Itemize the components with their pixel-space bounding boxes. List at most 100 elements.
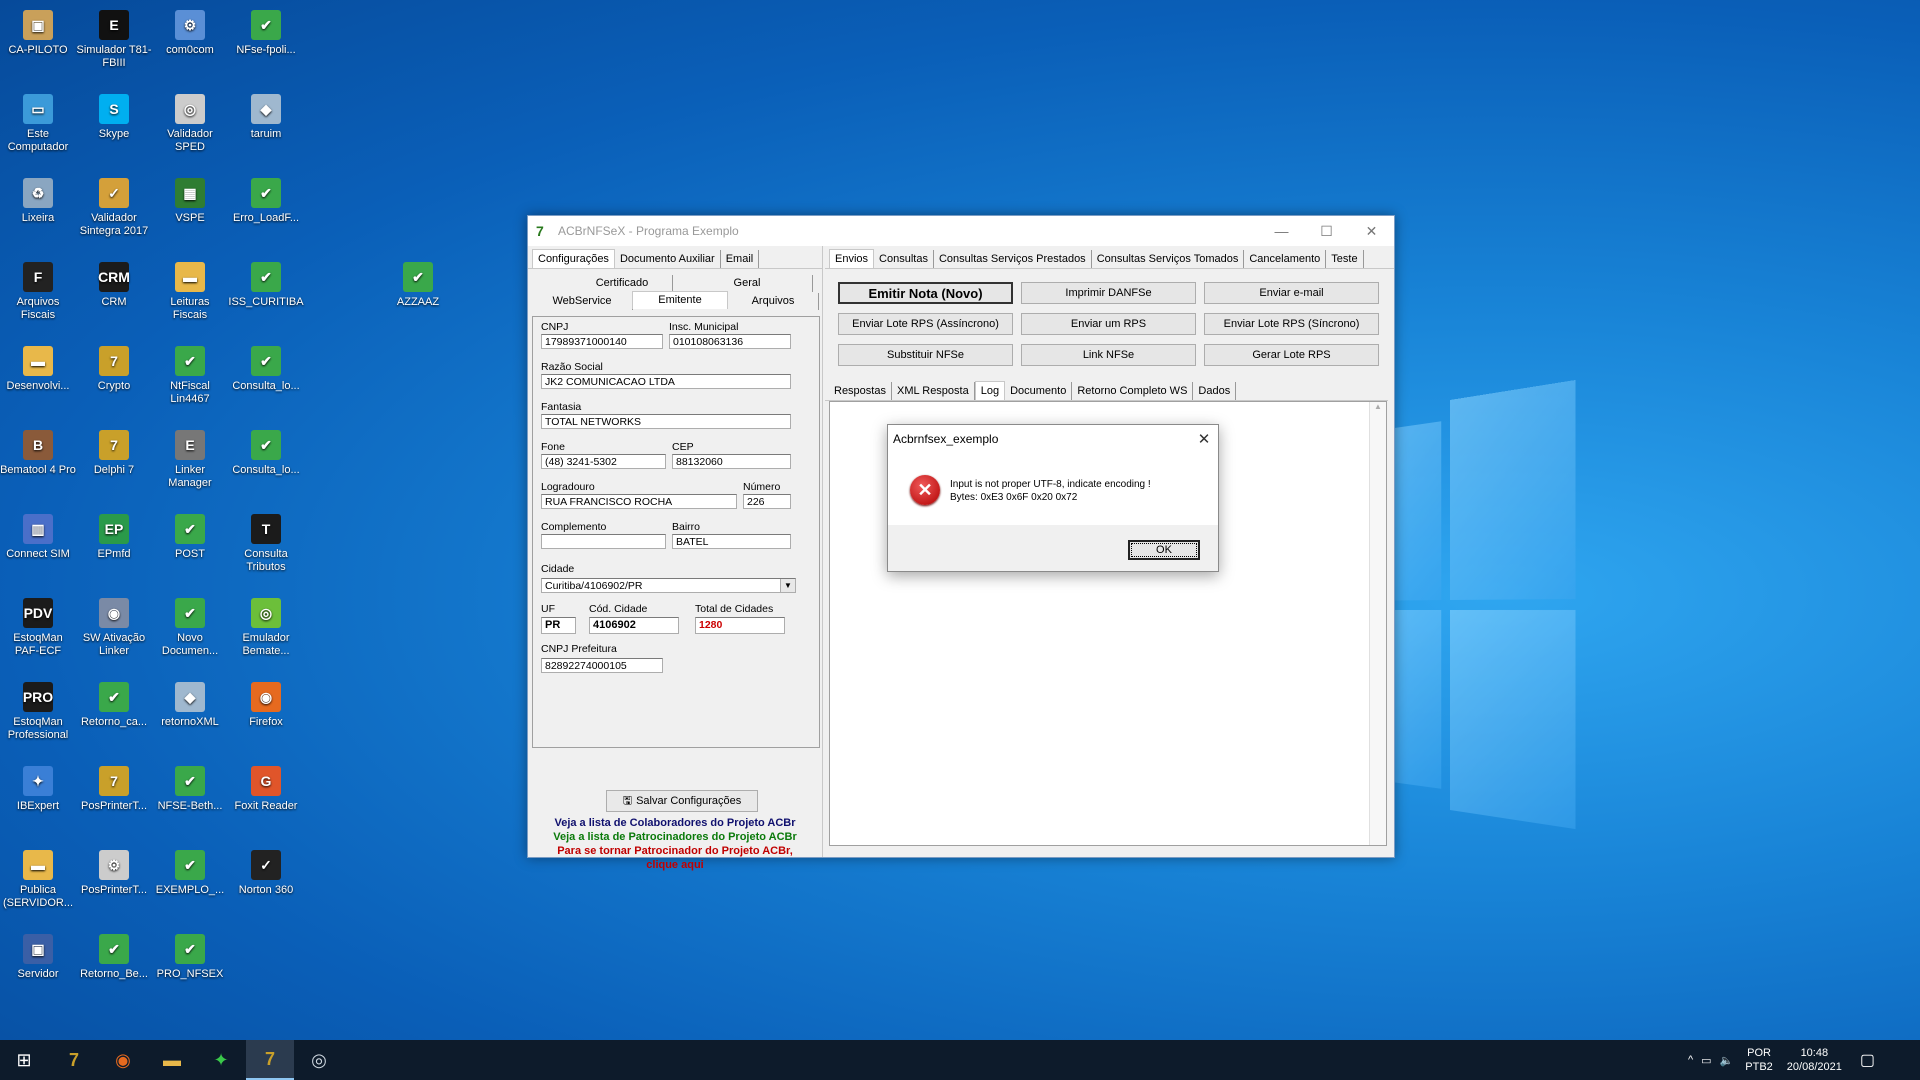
subtab-emitente[interactable]: Emitente [632,291,728,309]
desktop-icon[interactable]: S Skype [76,88,152,141]
enviar-lote-sincrono-button[interactable]: Enviar Lote RPS (Síncrono) [1204,313,1379,335]
razao-social-field[interactable]: JK2 COMUNICACAO LTDA [541,374,791,389]
explorer-taskbar-icon[interactable]: ▬ [148,1040,196,1080]
desktop-icon[interactable]: E Linker Manager [152,424,228,490]
cnpj-field[interactable]: 17989371000140 [541,334,663,349]
desktop-icon[interactable]: ✓ Validador Sintegra 2017 [76,172,152,238]
tab-consultas[interactable]: Consultas [874,250,934,268]
patrocinadores-link[interactable]: Veja a lista de Patrocinadores do Projet… [528,830,822,844]
desktop-icon[interactable]: ✔ Retorno_Be... [76,928,152,981]
desktop-icon[interactable]: ◆ taruim [228,88,304,141]
firefox-taskbar-icon[interactable]: ◉ [99,1040,147,1080]
desktop-icon[interactable]: B Bematool 4 Pro [0,424,76,477]
cnpj-prefeitura-field[interactable]: 82892274000105 [541,658,663,673]
uf-field[interactable]: PR [541,617,576,634]
window-titlebar[interactable]: 7 ACBrNFSeX - Programa Exemplo — ☐ ✕ [528,216,1394,246]
tab-documento[interactable]: Documento [1005,382,1073,400]
desktop-icon[interactable]: T Consulta Tributos [228,508,304,574]
desktop-icon[interactable]: G Foxit Reader [228,760,304,813]
substituir-nfse-button[interactable]: Substituir NFSe [838,344,1013,366]
desktop-icon[interactable]: ▣ Servidor [0,928,76,981]
tab-retorno-completo[interactable]: Retorno Completo WS [1072,382,1194,400]
subtab-webservice[interactable]: WebService [532,293,633,310]
colaboradores-link[interactable]: Veja a lista de Colaboradores do Projeto… [528,816,822,830]
desktop-icon[interactable]: ◎ Emulador Bemate... [228,592,304,658]
ibexpert-taskbar-icon[interactable]: ✦ [197,1040,245,1080]
imprimir-danfse-button[interactable]: Imprimir DANFSe [1021,282,1196,304]
fone-field[interactable]: (48) 3241-5302 [541,454,666,469]
dialog-close-button[interactable]: ✕ [1190,430,1218,448]
desktop-icon[interactable]: ✔ POST [152,508,228,561]
desktop-icon[interactable]: PDV EstoqMan PAF-ECF [0,592,76,658]
enviar-email-button[interactable]: Enviar e-mail [1204,282,1379,304]
chevron-up-icon[interactable]: ^ [1688,1054,1693,1066]
desktop-icon[interactable]: F Arquivos Fiscais [0,256,76,322]
tornar-patrocinador-link[interactable]: Para se tornar Patrocinador do Projeto A… [528,844,822,858]
close-button[interactable]: ✕ [1349,216,1394,246]
tab-xml-resposta[interactable]: XML Resposta [891,382,975,400]
desktop-icon[interactable]: 7 Crypto [76,340,152,393]
dialog-titlebar[interactable]: Acbrnfsex_exemplo ✕ [888,425,1218,453]
language-indicator[interactable]: POR PTB2 [1745,1046,1773,1074]
maximize-button[interactable]: ☐ [1304,216,1349,246]
enviar-rps-button[interactable]: Enviar um RPS [1021,313,1196,335]
link-nfse-button[interactable]: Link NFSe [1021,344,1196,366]
desktop-icon[interactable]: EP EPmfd [76,508,152,561]
subtab-certificado[interactable]: Certificado [572,275,673,292]
desktop-icon[interactable]: ✔ Retorno_ca... [76,676,152,729]
desktop-icon[interactable]: ▭ Este Computador [0,88,76,154]
app-taskbar-icon[interactable]: ◎ [295,1040,343,1080]
desktop-icon[interactable]: ✔ NFse-fpoli... [228,4,304,57]
desktop-icon[interactable]: ✔ Novo Documen... [152,592,228,658]
complemento-field[interactable] [541,534,666,549]
chevron-down-icon[interactable]: ▼ [780,579,795,592]
clock[interactable]: 10:48 20/08/2021 [1787,1046,1842,1074]
gerar-lote-rps-button[interactable]: Gerar Lote RPS [1204,344,1379,366]
desktop-icon[interactable]: ✔ PRO_NFSEX [152,928,228,981]
emitir-nota-button[interactable]: Emitir Nota (Novo) [838,282,1013,304]
desktop-icon[interactable]: 7 PosPrinterT... [76,760,152,813]
desktop-icon[interactable]: ♻ Lixeira [0,172,76,225]
tab-cancelamento[interactable]: Cancelamento [1244,250,1327,268]
fantasia-field[interactable]: TOTAL NETWORKS [541,414,791,429]
desktop-icon[interactable]: ✦ IBExpert [0,760,76,813]
tab-email[interactable]: Email [720,250,760,268]
desktop-icon[interactable]: ◎ Validador SPED [152,88,228,154]
desktop-icon[interactable]: ✔ Consulta_lo... [228,424,304,477]
desktop-icon[interactable]: ✔ ISS_CURITIBA [228,256,304,309]
desktop-icon[interactable]: PRO EstoqMan Professional [0,676,76,742]
desktop-icon[interactable]: ✔ NFSE-Beth... [152,760,228,813]
desktop-icon[interactable]: ✔ EXEMPLO_... [152,844,228,897]
tab-envios[interactable]: Envios [829,249,875,268]
log-scrollbar[interactable]: ▲ [1369,402,1386,845]
desktop-icon[interactable]: ◉ SW Ativação Linker [76,592,152,658]
tab-log[interactable]: Log [974,381,1006,400]
acbr-taskbar-icon[interactable]: 7 [246,1040,294,1080]
tab-dados[interactable]: Dados [1193,382,1237,400]
network-icon[interactable]: ▭ [1701,1054,1711,1067]
desktop-icon[interactable]: ✔ AZZAAZ [380,256,456,309]
delphi-taskbar-icon[interactable]: 7 [50,1040,98,1080]
subtab-geral[interactable]: Geral [682,275,813,292]
notifications-icon[interactable]: ▢ [1860,1050,1875,1070]
cod-cidade-field[interactable]: 4106902 [589,617,679,634]
cep-field[interactable]: 88132060 [672,454,791,469]
desktop-icon[interactable]: ⚙ com0com [152,4,228,57]
start-button[interactable]: ⊞ [0,1040,48,1080]
tab-teste[interactable]: Teste [1326,250,1364,268]
desktop-icon[interactable]: ◆ retornoXML [152,676,228,729]
desktop-icon[interactable]: E Simulador T81-FBIII [76,4,152,70]
numero-field[interactable]: 226 [743,494,791,509]
desktop-icon[interactable]: ▬ Publica (SERVIDOR... [0,844,76,910]
save-config-button[interactable]: 🖫 Salvar Configurações [606,790,758,812]
cidade-select[interactable]: Curitiba/4106902/PR ▼ [541,578,796,593]
tab-configuracoes[interactable]: Configurações [532,249,615,268]
ok-button[interactable]: OK [1128,540,1200,560]
subtab-arquivos[interactable]: Arquivos [728,293,819,310]
enviar-lote-assincrono-button[interactable]: Enviar Lote RPS (Assíncrono) [838,313,1013,335]
desktop-icon[interactable]: ▬ Leituras Fiscais [152,256,228,322]
tab-documento-auxiliar[interactable]: Documento Auxiliar [614,250,721,268]
tab-respostas[interactable]: Respostas [829,382,892,400]
desktop-icon[interactable]: CRM CRM [76,256,152,309]
logradouro-field[interactable]: RUA FRANCISCO ROCHA [541,494,737,509]
